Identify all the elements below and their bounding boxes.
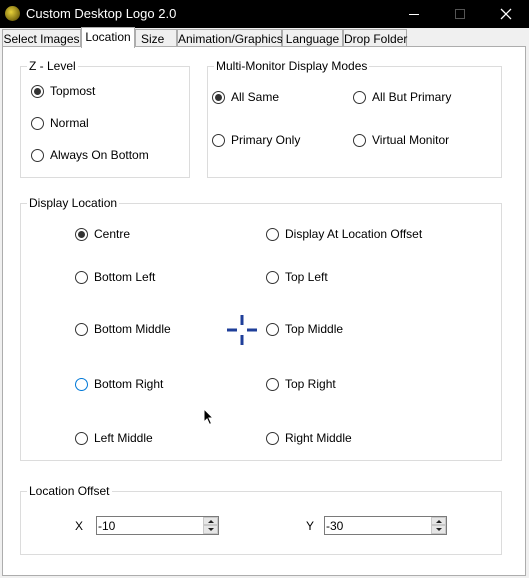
- tab-size[interactable]: Size: [135, 29, 177, 47]
- minimize-icon: [409, 13, 419, 15]
- offset-y-stepper[interactable]: [324, 516, 447, 535]
- offset-y-input[interactable]: [325, 517, 430, 534]
- radio-all-same[interactable]: All Same: [212, 90, 279, 104]
- radio-display-at-location-offset[interactable]: Display At Location Offset: [266, 227, 422, 241]
- radio-indicator: [353, 90, 366, 104]
- radio-label: Always On Bottom: [50, 148, 149, 162]
- radio-indicator: [75, 270, 88, 284]
- radio-indicator: [75, 377, 88, 391]
- window-title: Custom Desktop Logo 2.0: [26, 6, 177, 21]
- radio-label: Right Middle: [285, 431, 352, 445]
- radio-indicator: [31, 84, 44, 98]
- radio-label: All But Primary: [372, 90, 452, 104]
- maximize-icon: [455, 9, 465, 19]
- radio-indicator: [75, 431, 88, 445]
- radio-top-left[interactable]: Top Left: [266, 270, 328, 284]
- offset-y-down-button[interactable]: [431, 525, 446, 534]
- radio-indicator: [266, 377, 279, 391]
- radio-indicator: [266, 227, 279, 241]
- radio-label: All Same: [231, 90, 280, 104]
- app-logo-icon[interactable]: [5, 6, 20, 21]
- radio-label: Display At Location Offset: [285, 227, 423, 241]
- radio-topmost[interactable]: Topmost: [31, 84, 95, 98]
- offset-x-up-button[interactable]: [203, 517, 218, 525]
- offset-x-input[interactable]: [97, 517, 202, 534]
- radio-top-right[interactable]: Top Right: [266, 377, 336, 391]
- z-level-title: Z - Level: [27, 59, 78, 73]
- radio-indicator: [31, 116, 44, 130]
- offset-x-stepper[interactable]: [96, 516, 219, 535]
- radio-indicator: [353, 133, 366, 147]
- radio-indicator: [75, 227, 88, 241]
- radio-label: Left Middle: [94, 431, 153, 445]
- radio-label: Topmost: [50, 84, 96, 98]
- radio-bottom-left[interactable]: Bottom Left: [75, 270, 155, 284]
- radio-primary-only[interactable]: Primary Only: [212, 133, 300, 147]
- offset-x-label: X: [75, 519, 84, 533]
- tab-animation-graphics[interactable]: Animation/Graphics: [177, 29, 283, 47]
- arrow-down-icon: [207, 528, 214, 531]
- radio-centre[interactable]: Centre: [75, 227, 130, 241]
- radio-indicator: [31, 148, 44, 162]
- tab-location[interactable]: Location: [81, 27, 135, 48]
- radio-label: Primary Only: [231, 133, 301, 147]
- radio-label: Bottom Left: [94, 270, 156, 284]
- radio-label: Top Middle: [285, 322, 344, 336]
- radio-label: Virtual Monitor: [372, 133, 450, 147]
- radio-all-but-primary[interactable]: All But Primary: [353, 90, 451, 104]
- crosshair-icon: [227, 315, 257, 345]
- offset-x-arrows: [203, 517, 218, 534]
- offset-y-up-button[interactable]: [431, 517, 446, 525]
- radio-indicator: [266, 322, 279, 336]
- radio-bottom-right[interactable]: Bottom Right: [75, 377, 163, 391]
- minimize-button[interactable]: [391, 0, 437, 28]
- radio-indicator: [266, 431, 279, 445]
- radio-label: Centre: [94, 227, 131, 241]
- radio-label: Top Right: [285, 377, 336, 391]
- arrow-down-icon: [435, 528, 442, 531]
- radio-indicator: [212, 133, 225, 147]
- radio-indicator: [266, 270, 279, 284]
- radio-always-on-bottom[interactable]: Always On Bottom: [31, 148, 149, 162]
- radio-bottom-middle[interactable]: Bottom Middle: [75, 322, 171, 336]
- title-bar: Custom Desktop Logo 2.0: [0, 0, 529, 28]
- radio-virtual-monitor[interactable]: Virtual Monitor: [353, 133, 449, 147]
- offset-y-arrows: [431, 517, 446, 534]
- radio-top-middle[interactable]: Top Middle: [266, 322, 343, 336]
- radio-label: Normal: [50, 116, 89, 130]
- radio-indicator: [75, 322, 88, 336]
- tab-language[interactable]: Language: [282, 29, 343, 47]
- radio-label: Bottom Middle: [94, 322, 171, 336]
- close-button[interactable]: [483, 0, 529, 28]
- radio-indicator: [212, 90, 225, 104]
- mouse-cursor-icon: [203, 408, 214, 426]
- tab-drop-folder[interactable]: Drop Folder: [343, 29, 407, 47]
- radio-label: Top Left: [285, 270, 328, 284]
- multi-monitor-title: Multi-Monitor Display Modes: [214, 59, 370, 73]
- radio-left-middle[interactable]: Left Middle: [75, 431, 153, 445]
- tab-select-images[interactable]: Select Images: [2, 29, 81, 47]
- arrow-up-icon: [435, 519, 442, 523]
- location-offset-title: Location Offset: [27, 484, 112, 498]
- radio-normal[interactable]: Normal: [31, 116, 89, 130]
- radio-label: Bottom Right: [94, 377, 164, 391]
- display-location-title: Display Location: [27, 196, 120, 210]
- radio-right-middle[interactable]: Right Middle: [266, 431, 352, 445]
- multi-monitor-group: Multi-Monitor Display Modes: [207, 59, 502, 178]
- tab-strip: Select Images Location Size Animation/Gr…: [0, 27, 529, 48]
- maximize-button: [437, 0, 483, 28]
- close-icon: [500, 8, 512, 20]
- offset-x-down-button[interactable]: [203, 525, 218, 534]
- offset-y-label: Y: [306, 519, 315, 533]
- arrow-up-icon: [207, 519, 214, 523]
